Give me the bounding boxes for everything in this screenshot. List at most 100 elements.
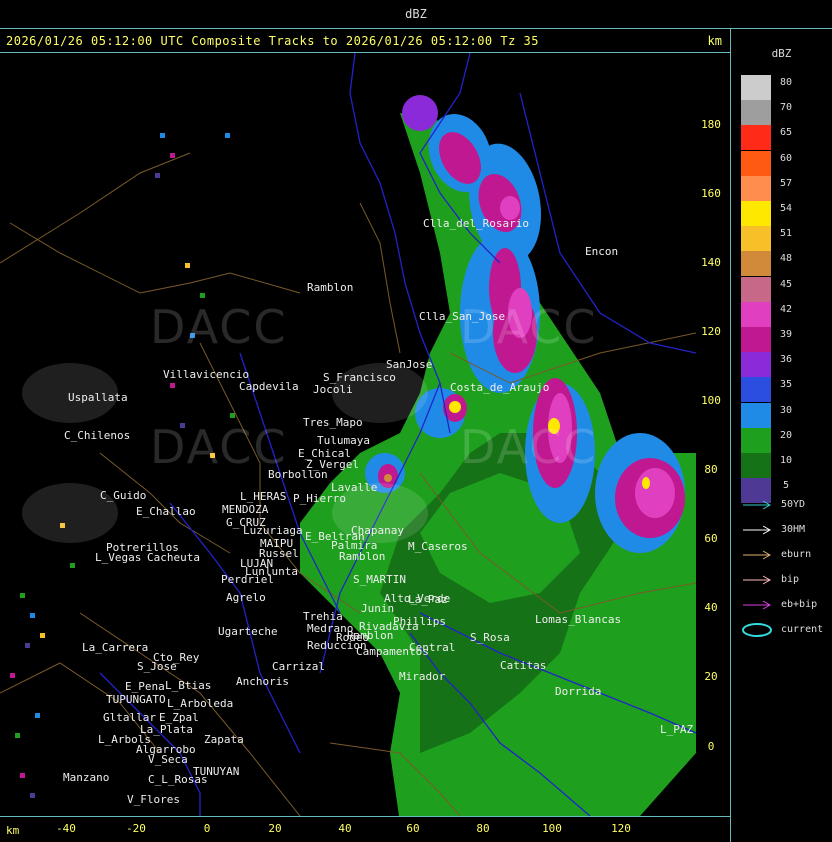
map-title: 2026/01/26 05:12:00 UTC Composite Tracks… — [6, 34, 539, 48]
track-legend-label: eb+bip — [781, 599, 818, 610]
place-label: Ramblon — [307, 281, 354, 294]
legend-swatch — [741, 301, 771, 327]
track-legend-label: eburn — [781, 549, 812, 560]
place-label: Chapanay — [351, 524, 404, 537]
legend-level-label: 60 — [779, 152, 793, 164]
radar-echo — [384, 474, 392, 482]
x-axis-unit: km — [6, 824, 20, 837]
place-label: Clla_San_Jose — [419, 310, 506, 323]
track-arrow-icon — [743, 600, 772, 610]
legend-swatch — [741, 100, 771, 126]
place-label: C_L_Rosas — [148, 773, 208, 786]
place-label: Perdriel — [221, 573, 274, 586]
legend-swatch — [741, 453, 771, 478]
place-label: MENDOZA — [222, 503, 269, 516]
place-label: S_MARTIN — [353, 573, 406, 586]
watermark-text: DACC — [150, 420, 288, 474]
y-tick-label: 180 — [701, 118, 721, 131]
legend-swatch — [741, 175, 771, 201]
radar-echo-speckle — [30, 613, 35, 618]
track-arrow-icon — [743, 575, 772, 585]
place-label: L_HERAS — [240, 490, 287, 503]
place-label: Central — [409, 641, 456, 654]
legend-swatch — [741, 226, 771, 252]
legend-level-label: 51 — [779, 228, 793, 240]
x-tick-label: -40 — [56, 822, 76, 835]
legend-swatch — [741, 125, 771, 151]
legend-level-label: 30 — [779, 404, 793, 416]
track-legend-item: eb+bip — [741, 597, 831, 613]
place-label: E_Challao — [136, 505, 196, 518]
legend-level-label: 35 — [779, 379, 793, 391]
legend-level-label: 36 — [779, 354, 793, 366]
legend-swatch — [741, 377, 771, 403]
axis-divider — [0, 816, 730, 817]
place-label: Agrelo — [226, 591, 266, 604]
radar-echo-speckle — [10, 673, 15, 678]
place-label: Encon — [585, 245, 619, 258]
place-label: P_Hierro — [293, 492, 346, 505]
dbz-legend: dBZ 80 70 65 60 57 54 51 48 45 42 39 36 35 30 20 10 5 50… — [731, 30, 832, 842]
x-tick-label: 80 — [476, 822, 490, 835]
radar-echo-speckle — [200, 293, 205, 298]
place-label: Costa_de_Araujo — [450, 381, 550, 394]
place-label: Capdevila — [239, 380, 299, 393]
y-tick-label: 0 — [707, 740, 715, 753]
radar-window: dBZ 2026/01/26 05:12:00 UTC Composite Tr… — [0, 0, 832, 842]
x-tick-label: 120 — [611, 822, 631, 835]
legend-level-label: 70 — [779, 102, 793, 114]
x-tick-label: 20 — [268, 822, 282, 835]
radar-echo-speckle — [35, 713, 40, 718]
place-label: Zapata — [204, 733, 244, 746]
track-legend-item: current — [741, 622, 831, 638]
place-label: Junin — [361, 602, 395, 615]
legend-level-label: 5 — [782, 480, 790, 492]
legend-swatch — [741, 402, 771, 428]
legend-level-label: 48 — [779, 253, 793, 265]
radar-echo-speckle — [160, 133, 165, 138]
track-legend-label: 50YD — [781, 499, 806, 510]
place-label: Mirador — [399, 670, 446, 683]
watermark-text: DACC — [460, 300, 598, 354]
place-label: Manzano — [63, 771, 110, 784]
watermark-text: DACC — [460, 420, 598, 474]
place-label: Carrizal — [272, 660, 325, 673]
y-tick-label: 160 — [701, 187, 721, 200]
track-legend-item: eburn — [741, 547, 831, 563]
track-legend-item: 50YD — [741, 497, 831, 513]
radar-echo-speckle — [170, 153, 175, 158]
place-label: Lomas_Blancas — [535, 613, 622, 626]
watermark-text: DACC — [150, 300, 288, 354]
place-label: Anchoris — [236, 675, 289, 688]
place-label: C_Guido — [100, 489, 147, 502]
y-tick-label: 60 — [704, 532, 718, 545]
radar-echo — [449, 401, 461, 413]
x-tick-label: 0 — [203, 822, 211, 835]
legend-level-label: 65 — [779, 127, 793, 139]
legend-level-label: 80 — [779, 77, 793, 88]
y-tick-label: 100 — [701, 394, 721, 407]
place-label: Trehia — [303, 610, 343, 623]
place-label: C_Chilenos — [64, 429, 131, 442]
place-label: Phillips — [393, 615, 446, 628]
place-label: Cacheuta — [147, 551, 200, 564]
y-tick-label: 120 — [701, 325, 721, 338]
radar-echo-speckle — [185, 263, 190, 268]
radar-echo-speckle — [25, 643, 30, 648]
place-label: Jocoli — [313, 383, 353, 396]
place-label: L_Vegas — [95, 551, 142, 564]
radar-echo — [635, 468, 675, 518]
map-header: 2026/01/26 05:12:00 UTC Composite Tracks… — [0, 30, 730, 52]
legend-level-label: 10 — [779, 455, 793, 466]
track-legend-item: 30HM — [741, 522, 831, 538]
track-arrow-icon — [743, 550, 772, 560]
place-label: SanJose — [386, 358, 433, 371]
y-tick-label: 40 — [704, 601, 718, 614]
track-arrow-icon — [743, 500, 772, 510]
legend-level-label: 42 — [779, 303, 793, 315]
radar-echo-speckle — [155, 173, 160, 178]
x-tick-label: 100 — [542, 822, 562, 835]
place-label: La_Carrera — [82, 641, 149, 654]
place-label: Ramblon — [347, 629, 394, 642]
y-tick-label: 140 — [701, 256, 721, 269]
